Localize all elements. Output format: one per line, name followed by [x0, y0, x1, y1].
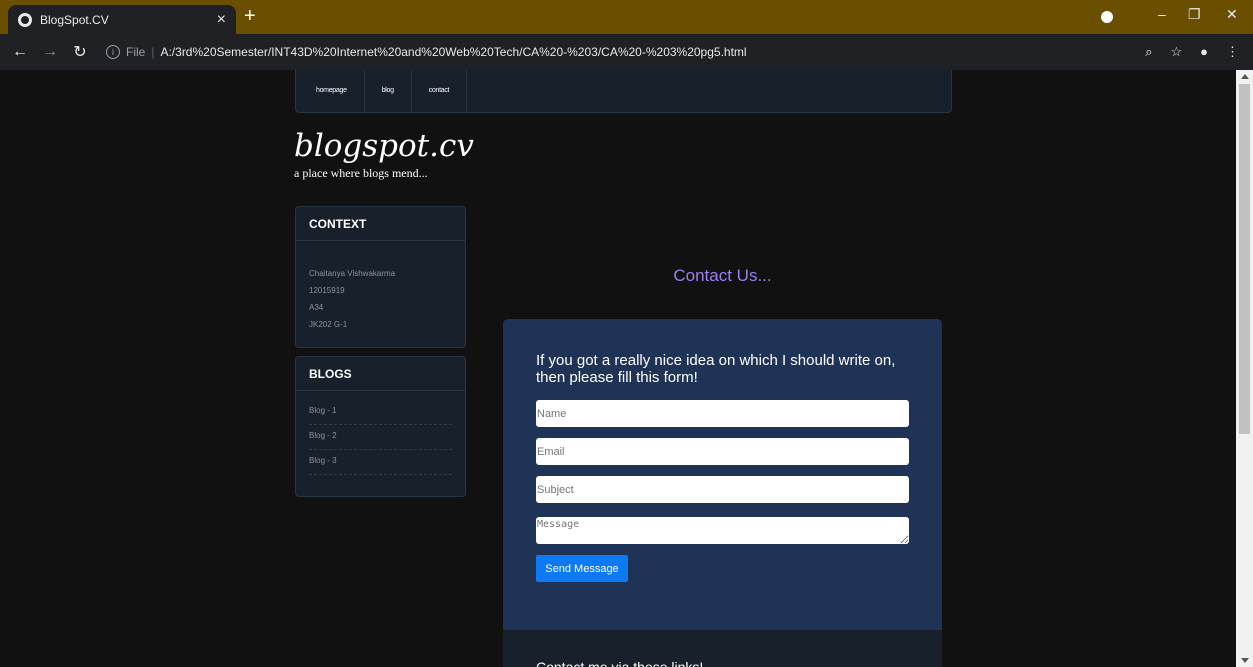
- name-input[interactable]: [536, 400, 909, 427]
- email-input[interactable]: [536, 438, 909, 465]
- subject-input[interactable]: [536, 476, 909, 503]
- blog-link-2[interactable]: Blog - 2: [309, 425, 452, 450]
- bookmark-star-icon[interactable]: ☆: [1170, 44, 1182, 60]
- message-textarea[interactable]: [536, 517, 909, 544]
- contact-heading: Contact Us...: [673, 266, 772, 285]
- context-roll: A34: [309, 303, 324, 312]
- context-panel: CONTEXT Chaitanya Vishwakarma 12015919 A…: [295, 206, 466, 348]
- menu-dots-icon[interactable]: ⋮: [1226, 44, 1239, 60]
- forward-arrow-icon[interactable]: →: [38, 43, 62, 61]
- omnibox-actions: ⌕ ☆ ● ⋮: [1145, 44, 1239, 60]
- profile-icon[interactable]: [1101, 11, 1113, 23]
- context-panel-body: Chaitanya Vishwakarma 12015919 A34 JK202…: [296, 241, 465, 333]
- context-name: Chaitanya Vishwakarma: [309, 269, 396, 278]
- context-panel-title: CONTEXT: [296, 207, 465, 241]
- globe-icon: [18, 12, 32, 27]
- account-icon[interactable]: ●: [1200, 44, 1208, 60]
- url-text[interactable]: A:/3rd%20Semester/INT43D%20Internet%20an…: [160, 45, 746, 59]
- blog-link-1[interactable]: Blog - 1: [309, 400, 452, 425]
- page-scrollbar[interactable]: [1236, 70, 1253, 667]
- back-arrow-icon[interactable]: ←: [8, 43, 32, 61]
- tab-title: BlogSpot.CV: [40, 12, 109, 27]
- site-logo: blogspot.cv: [294, 128, 474, 164]
- blogs-panel-title: BLOGS: [296, 357, 465, 391]
- close-window-button[interactable]: ✕: [1226, 6, 1238, 23]
- contact-links-text: Contact me via these links!: [536, 659, 704, 667]
- context-section: JK202 G-1: [309, 320, 348, 329]
- minimize-button[interactable]: –: [1158, 6, 1166, 22]
- scroll-down-arrow-icon[interactable]: [1241, 658, 1249, 663]
- zoom-icon[interactable]: ⌕: [1145, 44, 1152, 60]
- blog-link-3[interactable]: Blog - 3: [309, 450, 452, 475]
- blogs-panel: BLOGS Blog - 1 Blog - 2 Blog - 3: [295, 356, 466, 497]
- page-viewport: homepage blog contact blogspot.cv a plac…: [8, 70, 1236, 667]
- browser-tab[interactable]: BlogSpot.CV ×: [8, 5, 236, 34]
- scrollbar-thumb[interactable]: [1239, 84, 1250, 434]
- reload-icon[interactable]: ↻: [68, 42, 92, 62]
- omnibox-separator: |: [151, 45, 155, 59]
- nav-link-homepage[interactable]: homepage: [296, 70, 365, 112]
- contact-links-card: Contact me via these links!: [503, 630, 942, 667]
- contact-form-lead: If you got a really nice idea on which I…: [536, 352, 896, 386]
- browser-tab-strip: BlogSpot.CV × + – ❐ ✕: [0, 0, 1253, 34]
- send-message-button[interactable]: Send Message: [536, 555, 628, 582]
- blogs-panel-body: Blog - 1 Blog - 2 Blog - 3: [296, 391, 465, 475]
- scroll-up-arrow-icon[interactable]: [1241, 74, 1249, 79]
- scheme-label: File: [126, 45, 146, 59]
- tab-close-icon[interactable]: ×: [217, 11, 226, 28]
- nav-links: homepage blog contact: [296, 70, 468, 112]
- context-reg-number: 12015919: [309, 286, 345, 295]
- nav-link-blog[interactable]: blog: [365, 70, 412, 112]
- address-bar: ← → ↻ i File | A:/3rd%20Semester/INT43D%…: [0, 34, 1253, 70]
- site-navbar: homepage blog contact: [295, 70, 952, 113]
- omnibox[interactable]: i File | A:/3rd%20Semester/INT43D%20Inte…: [106, 40, 1182, 64]
- info-icon[interactable]: i: [106, 45, 120, 59]
- site-tagline: a place where blogs mend...: [294, 166, 428, 180]
- restore-button[interactable]: ❐: [1188, 6, 1201, 23]
- contact-form-card: If you got a really nice idea on which I…: [503, 319, 942, 630]
- nav-link-contact[interactable]: contact: [412, 70, 468, 112]
- new-tab-button[interactable]: +: [244, 6, 256, 26]
